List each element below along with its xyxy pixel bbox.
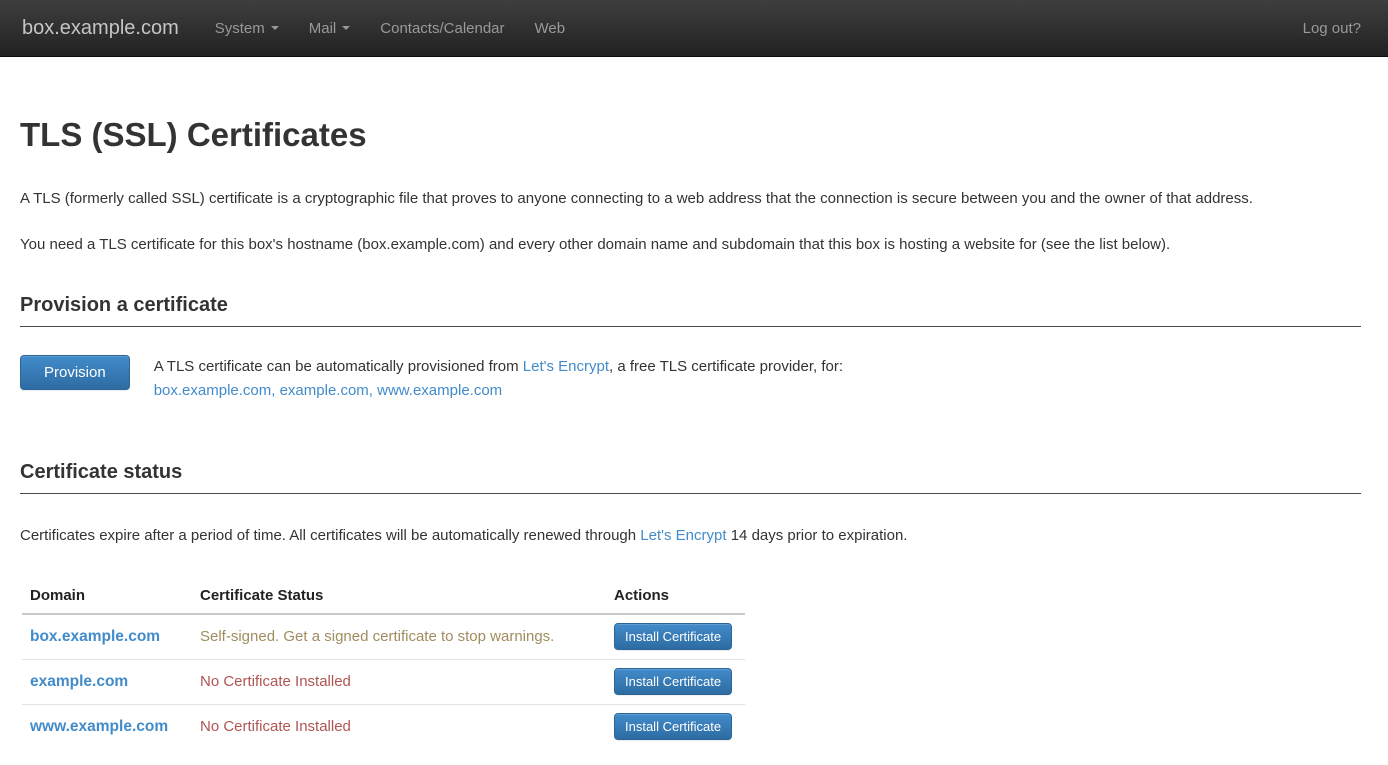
domain-link-box-example-com[interactable]: box.example.com [30,628,160,645]
brand-link[interactable]: box.example.com [22,17,179,40]
status-note-after: 14 days prior to expiration. [727,527,908,544]
column-header-certificate-status: Certificate Status [192,578,606,614]
caret-down-icon [342,26,350,30]
nav-item-contacts-calendar[interactable]: Contacts/Calendar [365,0,519,56]
table-row: www.example.com No Certificate Installed… [22,704,745,749]
install-certificate-button[interactable]: Install Certificate [614,623,732,650]
nav-item-contacts-calendar-label: Contacts/Calendar [380,20,504,37]
install-certificate-button[interactable]: Install Certificate [614,713,732,740]
page-title: TLS (SSL) Certificates [20,117,1361,153]
domain-link-www-example-com[interactable]: www.example.com [30,718,168,735]
status-section-heading: Certificate status [20,461,1361,494]
certificate-status-text: No Certificate Installed [200,673,351,690]
provision-row: Provision A TLS certificate can be autom… [20,355,1361,403]
navbar-menu: System Mail Contacts/Calendar Web [200,0,580,56]
table-row: example.com No Certificate Installed Ins… [22,659,745,704]
lets-encrypt-link[interactable]: Let's Encrypt [640,527,726,544]
top-navbar: box.example.com System Mail Contacts/Cal… [0,0,1388,57]
main-content: TLS (SSL) Certificates A TLS (formerly c… [20,117,1361,749]
caret-down-icon [271,26,279,30]
provision-domains-list: box.example.com, example.com, www.exampl… [154,382,502,399]
nav-item-system-label: System [215,20,265,37]
provision-text-before: A TLS certificate can be automatically p… [154,358,523,375]
certificate-table: Domain Certificate Status Actions box.ex… [22,578,745,749]
table-header-row: Domain Certificate Status Actions [22,578,745,614]
nav-item-mail-label: Mail [309,20,337,37]
column-header-actions: Actions [606,578,745,614]
status-note-before: Certificates expire after a period of ti… [20,527,640,544]
lets-encrypt-link[interactable]: Let's Encrypt [523,358,609,375]
nav-item-web-label: Web [535,20,566,37]
intro-paragraph-1: A TLS (formerly called SSL) certificate … [20,187,1361,211]
nav-item-mail[interactable]: Mail [294,0,366,56]
domain-link-example-com[interactable]: example.com [30,673,128,690]
certificate-status-text: Self-signed. Get a signed certificate to… [200,628,554,645]
provision-description: A TLS certificate can be automatically p… [154,355,843,403]
table-row: box.example.com Self-signed. Get a signe… [22,614,745,659]
provision-button[interactable]: Provision [20,355,130,390]
nav-item-web[interactable]: Web [520,0,581,56]
logout-link[interactable]: Log out? [1303,20,1361,37]
install-certificate-button[interactable]: Install Certificate [614,668,732,695]
column-header-domain: Domain [22,578,192,614]
provision-text-after: , a free TLS certificate provider, for: [609,358,843,375]
intro-paragraph-2: You need a TLS certificate for this box'… [20,233,1361,257]
status-note: Certificates expire after a period of ti… [20,524,1361,548]
certificate-status-text: No Certificate Installed [200,718,351,735]
provision-section-heading: Provision a certificate [20,294,1361,327]
nav-item-system[interactable]: System [200,0,294,56]
